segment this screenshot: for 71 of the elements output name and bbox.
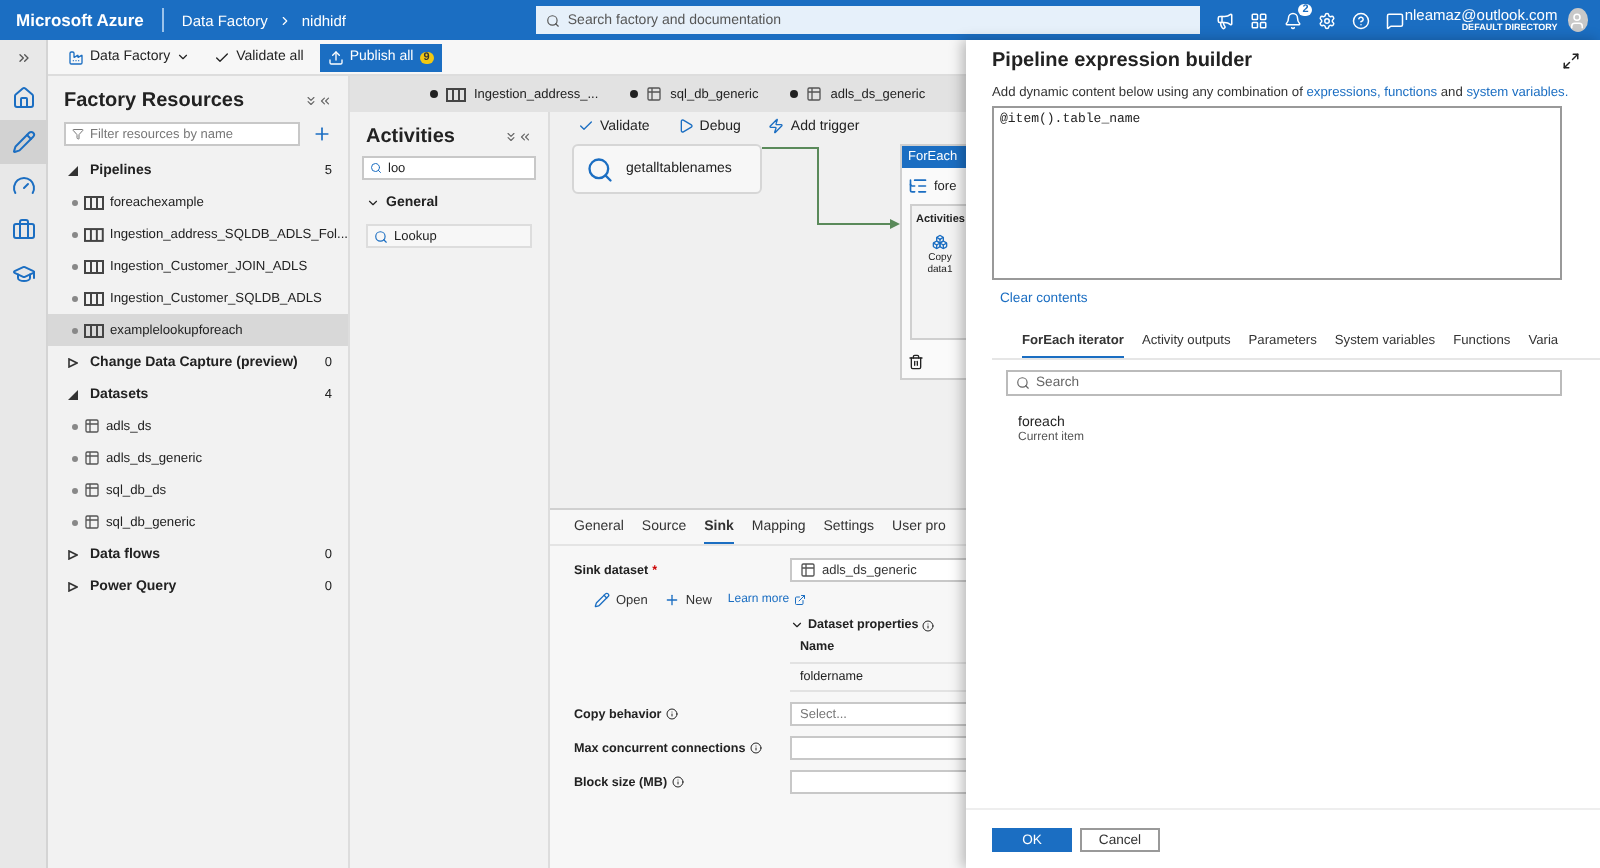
bell-icon[interactable] (1284, 11, 1303, 29)
pencil-icon (11, 130, 35, 154)
pipeline-icon (84, 323, 104, 337)
search-icon (1016, 376, 1030, 390)
play-icon (677, 118, 694, 134)
graduation-cap-icon (11, 262, 35, 286)
pipeline-icon (84, 291, 104, 305)
search-icon (545, 13, 560, 27)
home-icon (11, 86, 35, 110)
table-icon (84, 482, 100, 498)
collapse-icon[interactable] (304, 93, 318, 107)
pipeline-icon (84, 195, 104, 209)
table-icon (84, 450, 100, 466)
gauge-icon (11, 174, 35, 198)
table-icon (806, 86, 823, 102)
external-link-icon (793, 594, 806, 606)
table-icon (84, 514, 100, 530)
caret-icon[interactable] (68, 389, 78, 399)
expand-icon[interactable] (1562, 52, 1580, 70)
add-icon[interactable] (312, 124, 332, 144)
trash-icon[interactable] (908, 354, 924, 370)
connector-arrow (762, 148, 902, 232)
plus-icon (663, 592, 680, 608)
chevron-icon[interactable] (790, 618, 804, 632)
collapse-icon[interactable] (504, 129, 518, 143)
factory-icon (68, 49, 84, 65)
caret-icon[interactable] (68, 581, 78, 591)
table-icon (84, 418, 100, 434)
rail-button[interactable] (0, 120, 47, 164)
avatar[interactable] (1567, 8, 1588, 32)
collapse-icon[interactable] (518, 129, 532, 143)
caret-icon[interactable] (68, 357, 78, 367)
info-icon (671, 776, 684, 788)
info-icon (922, 619, 935, 631)
feedback-icon[interactable] (1386, 11, 1405, 29)
caret-icon[interactable] (68, 549, 78, 559)
megaphone-icon[interactable] (1216, 11, 1235, 29)
brand-name: Microsoft Azure (16, 10, 144, 30)
chevron-icon (277, 13, 292, 27)
chevron-icon[interactable] (366, 196, 380, 210)
grid-icon[interactable] (1250, 11, 1269, 29)
magnifier-icon (586, 155, 614, 183)
pencil-icon (594, 592, 610, 608)
briefcase-icon (11, 218, 35, 242)
check-icon (214, 49, 231, 65)
magnifier-icon (374, 229, 388, 243)
table-icon (646, 86, 663, 102)
boxes-icon (932, 234, 948, 250)
panel-title: Pipeline expression builder (992, 50, 1255, 72)
panel-title: Factory Resources (64, 89, 247, 111)
info-icon (665, 708, 678, 720)
upload-icon (327, 49, 344, 65)
caret-icon[interactable] (68, 165, 78, 175)
collapse-icon[interactable] (318, 93, 332, 107)
table-icon (800, 562, 816, 578)
search-icon (370, 162, 382, 174)
pipeline-icon (84, 227, 104, 241)
person-icon (1568, 11, 1587, 29)
input-field[interactable] (790, 770, 966, 794)
panel-title: Activities (366, 125, 457, 147)
filter-icon (72, 128, 84, 140)
settings-icon[interactable] (1318, 11, 1337, 29)
check-icon (578, 118, 594, 134)
info-icon (749, 742, 762, 754)
pipeline-icon (446, 87, 466, 101)
input-field[interactable] (790, 736, 966, 760)
chevron-icon (176, 50, 191, 64)
lightning-icon (768, 118, 785, 134)
help-icon[interactable] (1352, 11, 1371, 29)
pipeline-icon (84, 259, 104, 273)
list-icon (908, 176, 928, 196)
